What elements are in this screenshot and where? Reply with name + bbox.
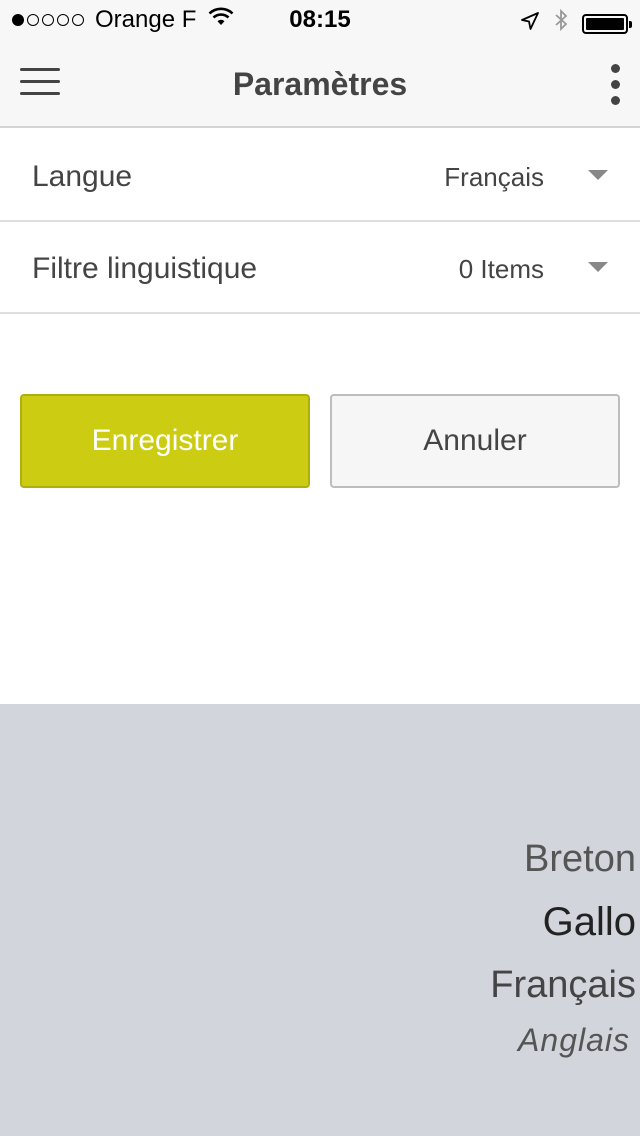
setting-label: Langue — [32, 160, 133, 193]
vertical-dots-icon[interactable] — [608, 64, 622, 106]
location-arrow-icon — [520, 10, 540, 38]
caret-down-icon — [588, 262, 608, 272]
cancel-button[interactable]: Annuler — [330, 394, 620, 488]
page-title: Paramètres — [232, 66, 408, 102]
picker-option[interactable]: Français — [490, 964, 636, 1007]
picker-option[interactable]: Breton — [524, 838, 636, 881]
picker-option-selected[interactable]: Gallo — [543, 900, 636, 945]
status-bar: Orange F 08:15 — [0, 0, 640, 40]
status-right — [506, 8, 632, 39]
setting-row-language-filter[interactable]: Filtre linguistique 0 Items — [0, 222, 640, 314]
app-header: Paramètres — [0, 40, 640, 128]
setting-value: 0 Items — [458, 254, 544, 284]
setting-value: Français — [444, 162, 544, 192]
settings-list: Langue Français Filtre linguistique 0 It… — [0, 130, 640, 314]
caret-down-icon — [588, 170, 608, 180]
language-picker[interactable]: Breton Gallo Français Anglais — [0, 704, 640, 1136]
setting-label: Filtre linguistique — [32, 252, 258, 285]
setting-row-language[interactable]: Langue Français — [0, 130, 640, 222]
save-button[interactable]: Enregistrer — [20, 394, 310, 488]
battery-icon — [582, 13, 632, 34]
picker-option[interactable]: Anglais — [518, 1022, 630, 1059]
bluetooth-icon — [554, 8, 568, 39]
